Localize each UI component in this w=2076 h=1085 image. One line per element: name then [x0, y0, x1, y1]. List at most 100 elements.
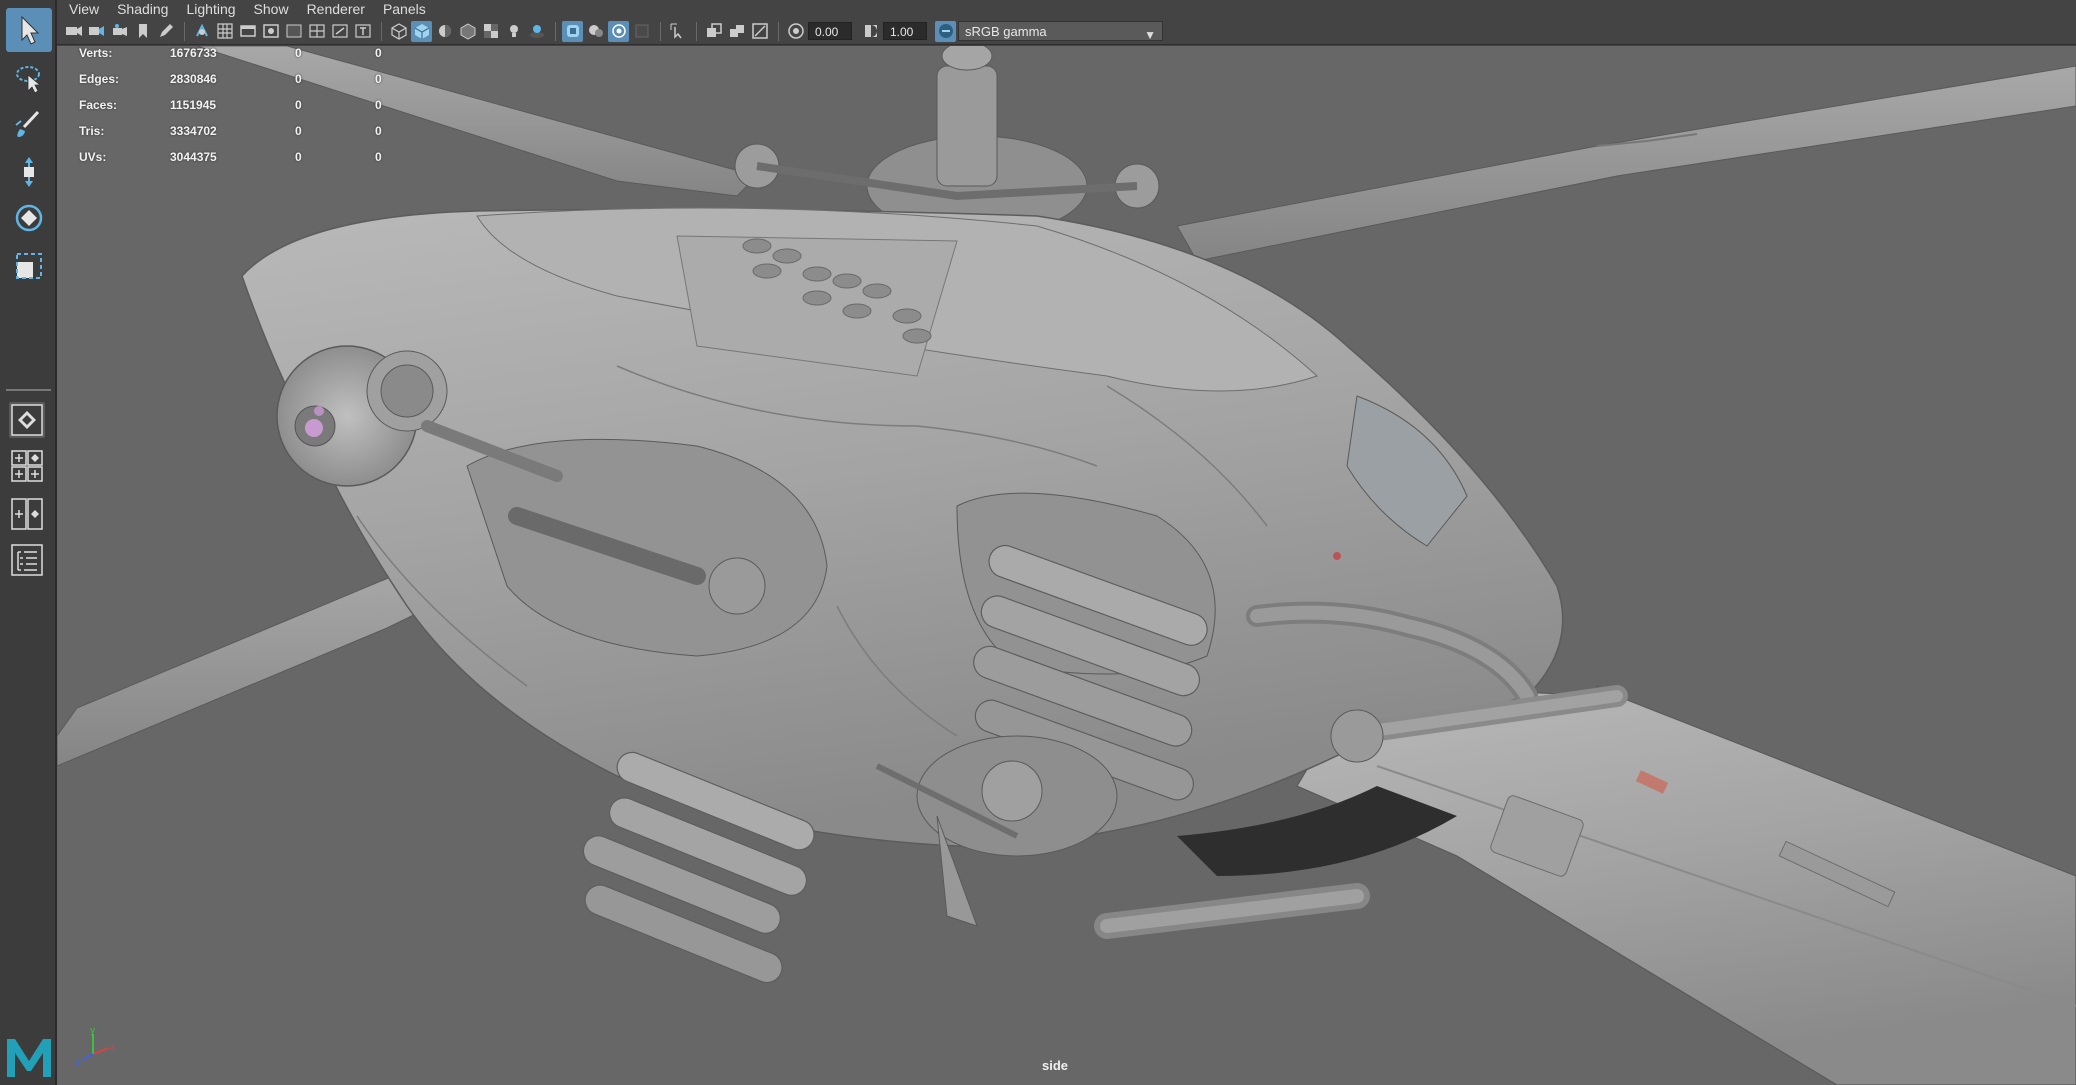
smooth-shade-button[interactable]: [411, 20, 432, 42]
3d-viewport[interactable]: Verts: 1676733 0 0 Edges: 2830846 0 0 Fa…: [57, 46, 2076, 1085]
camera-name-label: side: [1042, 1058, 1069, 1073]
move-tool-button[interactable]: [6, 150, 52, 194]
field-chart-button[interactable]: [306, 21, 327, 42]
menu-view[interactable]: View: [69, 0, 99, 18]
two-pane-layout-button[interactable]: [9, 496, 45, 532]
multisample-aa-button[interactable]: [667, 21, 688, 42]
film-gate-button[interactable]: [237, 21, 258, 42]
menu-renderer[interactable]: Renderer: [307, 0, 365, 18]
hud-value: 0: [295, 46, 302, 60]
motion-blur-button[interactable]: [726, 21, 747, 42]
wireframe-button[interactable]: [388, 21, 409, 42]
hud-value: 0: [375, 124, 382, 138]
view-transform-select[interactable]: sRGB gamma ▼: [958, 21, 1163, 42]
hud-value: 0: [375, 46, 382, 60]
component-icon: [635, 24, 648, 38]
safe-action-button[interactable]: [329, 21, 350, 42]
aperture-icon: [787, 23, 804, 39]
use-all-lights-button[interactable]: [503, 21, 524, 42]
menu-lighting[interactable]: Lighting: [186, 0, 235, 18]
exposure-toggle-button[interactable]: [785, 21, 806, 42]
helicopter-model-render: [57, 46, 2076, 1085]
hud-value: 0: [295, 98, 302, 112]
image-plane-button[interactable]: [132, 21, 153, 42]
hud-value: 0: [375, 150, 382, 164]
screen-space-aa-button[interactable]: [749, 21, 770, 42]
toolbar-divider: [555, 21, 556, 41]
isolate-icon: [566, 25, 579, 37]
toolbar-divider: [696, 21, 697, 41]
hud-value: 1151945: [170, 98, 217, 112]
menu-panels[interactable]: Panels: [383, 0, 426, 18]
svg-text:y: y: [90, 1026, 96, 1036]
overlap-squares-icon: [706, 23, 722, 37]
hud-label: Faces:: [79, 98, 118, 112]
stacked-squares-icon: [729, 25, 744, 37]
xray-joints-button[interactable]: [608, 20, 629, 42]
paint-select-tool-button[interactable]: [6, 102, 52, 146]
hud-value: 0: [375, 98, 382, 112]
diagonal-square-icon: [751, 23, 768, 39]
maya-logo-icon: [7, 1039, 51, 1077]
color-management-button[interactable]: [935, 20, 956, 42]
hud-label: UVs:: [79, 150, 107, 164]
resolution-gate-button[interactable]: [260, 21, 281, 42]
wireframe-on-shaded-button[interactable]: [457, 21, 478, 42]
rotate-tool-button[interactable]: [6, 196, 52, 240]
half-sphere-icon: [438, 25, 451, 37]
hud-label: Tris:: [79, 124, 105, 138]
2d-pan-zoom-button[interactable]: [191, 21, 212, 42]
grease-pencil-button[interactable]: [155, 21, 176, 42]
select-camera-button[interactable]: [63, 21, 84, 42]
chevron-down-icon: ▼: [1144, 28, 1156, 42]
shaded-cube-icon: [414, 24, 429, 39]
panel-toolbar: 0.00 1.00 sRGB gamma ▼: [57, 18, 2076, 45]
single-pane-icon: [11, 404, 43, 436]
bookmarks-button[interactable]: [109, 21, 130, 42]
shadow-icon: [529, 25, 544, 38]
select-tool-button[interactable]: [6, 8, 52, 52]
textured-button[interactable]: [480, 21, 501, 42]
svg-text:x: x: [110, 1043, 116, 1053]
gamma-toggle-button[interactable]: [860, 21, 881, 42]
outliner-layout-button[interactable]: [9, 542, 45, 578]
exposure-field[interactable]: 0.00: [808, 22, 852, 40]
cursor-grid-icon: [670, 23, 682, 39]
panel-menu-bar: View Shading Lighting Show Renderer Pane…: [57, 0, 2076, 18]
shadows-button[interactable]: [526, 21, 547, 42]
camera-attributes-button[interactable]: [86, 21, 107, 42]
four-pane-layout-button[interactable]: [9, 448, 45, 484]
bookmark-icon: [138, 24, 147, 38]
menu-shading[interactable]: Shading: [117, 0, 168, 18]
field-chart-icon: [308, 24, 325, 38]
menu-show[interactable]: Show: [254, 0, 289, 18]
wireframe-cube-icon: [390, 23, 407, 40]
xray-components-button[interactable]: [631, 21, 652, 42]
grid-toggle-button[interactable]: [214, 21, 235, 42]
arrow-cursor-icon: [21, 15, 40, 45]
toolbar-divider: [381, 21, 382, 41]
toolbar-divider: [184, 21, 185, 41]
ambient-occlusion-button[interactable]: [703, 21, 724, 42]
scale-tool-button[interactable]: [6, 244, 52, 288]
isolate-select-button[interactable]: [562, 20, 583, 42]
paint-brush-icon: [15, 110, 40, 137]
hud-value: 0: [295, 124, 302, 138]
gamma-field[interactable]: 1.00: [883, 22, 927, 40]
two-pane-icon: [11, 498, 43, 530]
single-pane-layout-button[interactable]: [9, 402, 45, 438]
gate-mask-button[interactable]: [283, 21, 304, 42]
default-material-button[interactable]: [434, 21, 455, 42]
hud-label: Edges:: [79, 72, 120, 86]
rotate-icon: [15, 204, 43, 232]
hud-value: 3334702: [170, 124, 217, 138]
safe-title-button[interactable]: [352, 21, 373, 42]
camera-icon: [65, 26, 82, 36]
maya-app-window: View Shading Lighting Show Renderer Pane…: [0, 0, 2076, 1085]
grid-icon: [216, 23, 233, 39]
hud-value: 0: [295, 72, 302, 86]
outliner-list-icon: [11, 544, 43, 576]
lasso-tool-button[interactable]: [6, 56, 52, 100]
xray-button[interactable]: [585, 21, 606, 42]
four-pane-icon: [11, 450, 43, 482]
